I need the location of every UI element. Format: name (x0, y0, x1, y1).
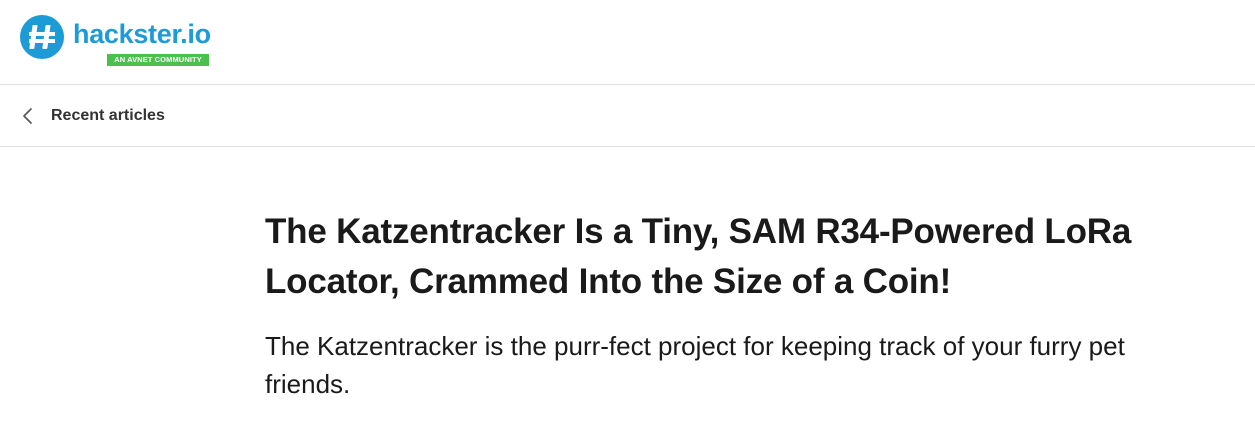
logo-tagline: AN AVNET COMMUNITY (107, 54, 209, 66)
chevron-left-icon (23, 107, 32, 124)
logo-wordmark: hackster.io (73, 19, 211, 49)
back-link-label: Recent articles (51, 106, 165, 124)
logo-text: hackster.io AN AVNET COMMUNITY (73, 15, 213, 67)
site-header: hackster.io AN AVNET COMMUNITY (0, 0, 1255, 85)
breadcrumb-bar: Recent articles (0, 85, 1255, 147)
article-subtitle: The Katzentracker is the purr-fect proje… (265, 331, 1125, 399)
article-header: The Katzentracker Is a Tiny, SAM R34-Pow… (265, 207, 1230, 403)
hackster-logo-link[interactable]: hackster.io AN AVNET COMMUNITY (20, 15, 213, 67)
page: hackster.io AN AVNET COMMUNITY Recent ar… (0, 0, 1255, 422)
back-to-recent-articles-link[interactable]: Recent articles (21, 85, 165, 146)
hackster-logo-icon (20, 15, 64, 59)
article-title: The Katzentracker Is a Tiny, SAM R34-Pow… (265, 212, 1132, 301)
